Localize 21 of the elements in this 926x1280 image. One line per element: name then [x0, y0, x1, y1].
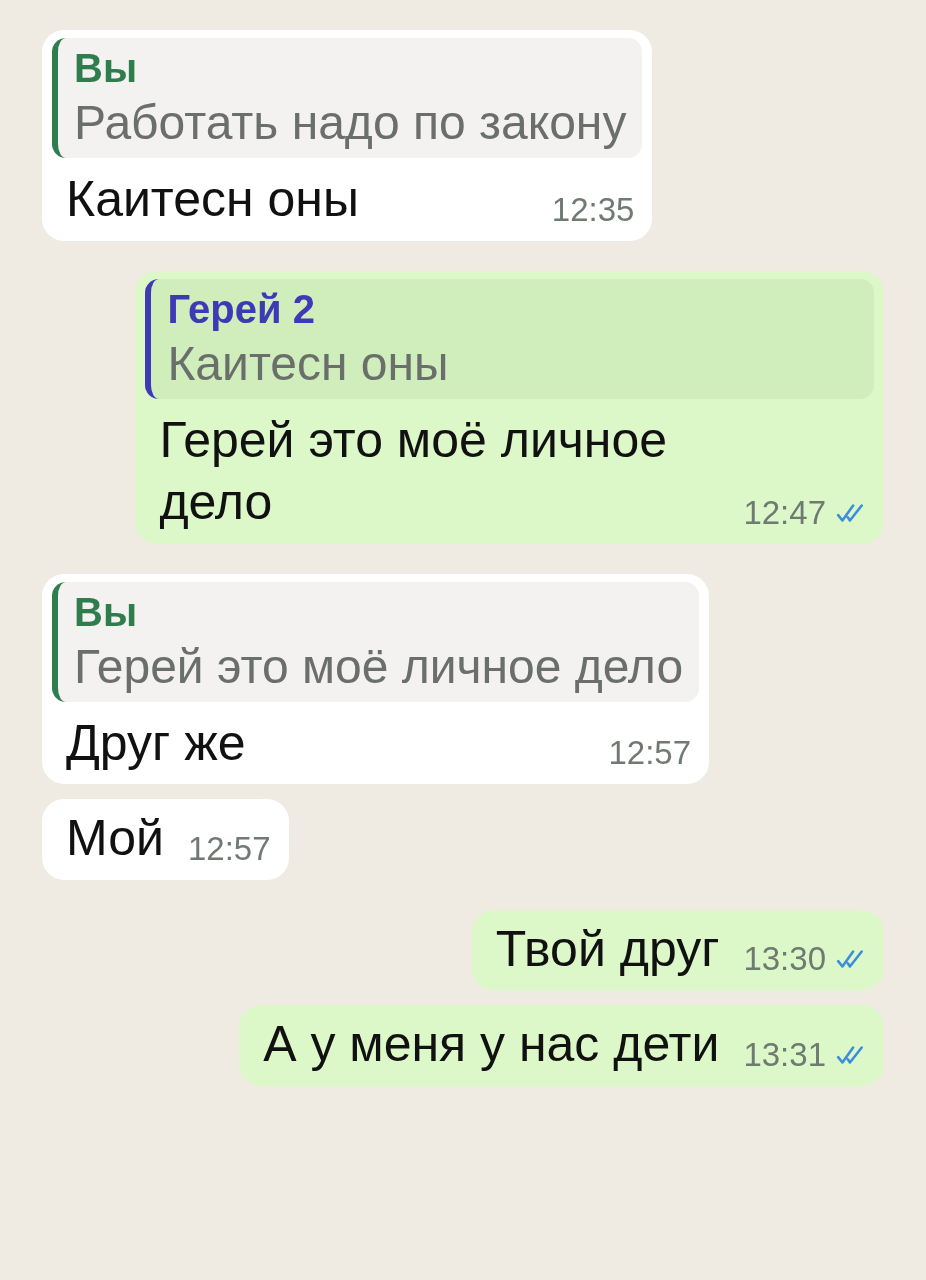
quote-author: Вы	[74, 46, 139, 91]
quote-text: Работать надо по закону	[74, 95, 627, 150]
message-text: А у меня у нас дети	[263, 1015, 720, 1074]
message-text: Каитесн оны	[66, 170, 359, 229]
quoted-message[interactable]: Вы Работать надо по закону	[52, 38, 643, 158]
message-time: 12:47	[743, 493, 826, 532]
message-text: Друг же	[66, 713, 246, 773]
message-time: 13:30	[743, 940, 826, 978]
message-text: Герей это моё личное дело	[159, 410, 669, 532]
message-text: Твой друг	[495, 919, 720, 979]
quote-author: Герей 2	[167, 286, 316, 332]
quote-text: Каитесн оны	[167, 335, 450, 391]
message-text: Мой	[66, 809, 164, 868]
message-time: 13:31	[743, 1035, 826, 1074]
message-time: 12:57	[187, 829, 271, 868]
message-time: 12:35	[551, 190, 635, 229]
quote-author: Вы	[74, 589, 139, 635]
quote-text: Герей это моё личное дело	[74, 638, 684, 694]
quoted-message[interactable]: Герей 2 Каитесн оны	[145, 278, 874, 399]
quoted-message[interactable]: Вы Герей это моё личное дело	[52, 581, 700, 702]
message-time: 12:57	[608, 734, 692, 772]
